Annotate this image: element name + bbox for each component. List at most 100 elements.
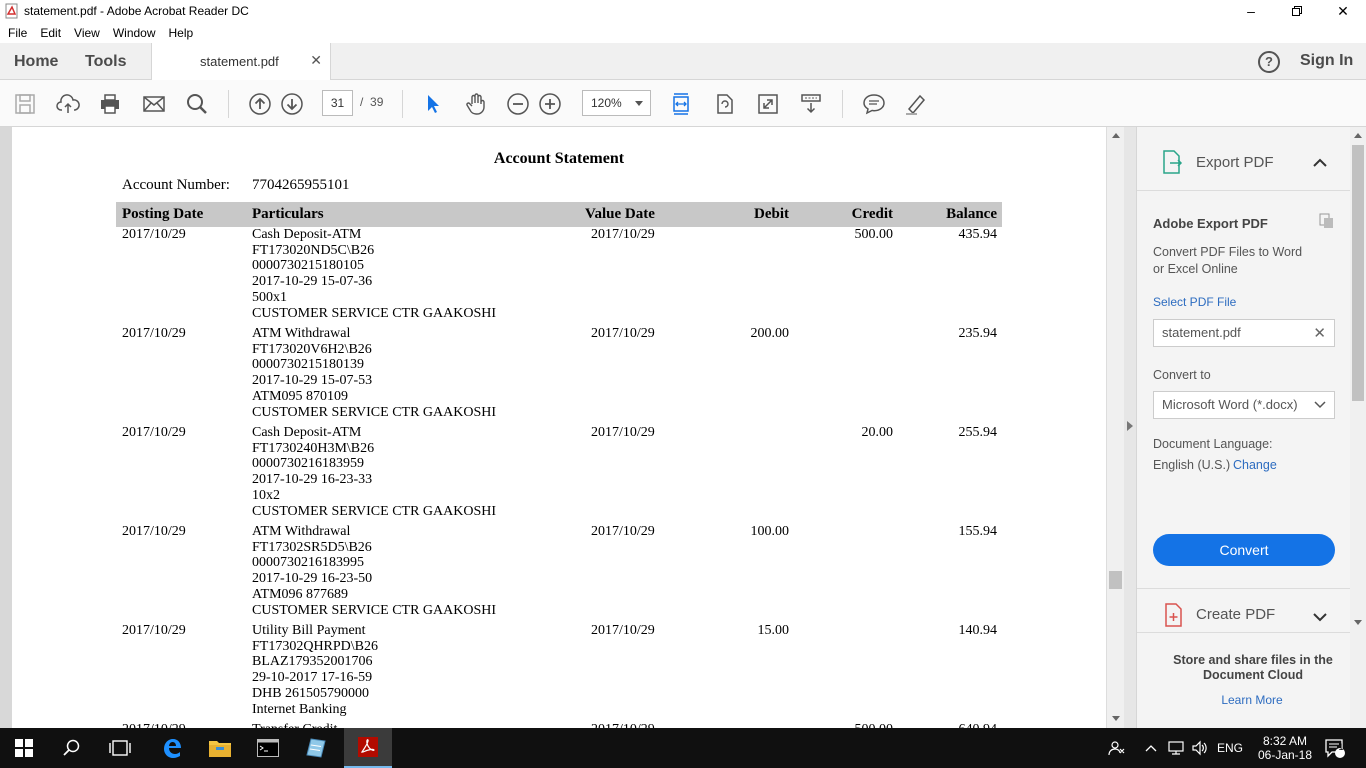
task-view-icon[interactable]	[96, 728, 144, 768]
scrollbar-thumb[interactable]	[1352, 145, 1364, 401]
balance-amount: 435.94	[958, 227, 998, 242]
export-pdf-panel: Export PDF Adobe Export PDF Convert PDF …	[1136, 127, 1351, 728]
table-header: Posting Date Particulars Value Date Debi…	[116, 202, 1002, 227]
particulars-line: 2017-10-29 16-23-33	[252, 472, 373, 488]
previous-page-icon[interactable]	[248, 92, 272, 116]
zoom-dropdown[interactable]: 120%	[582, 90, 651, 116]
page-number-input[interactable]: 31	[322, 90, 353, 116]
scroll-up-icon[interactable]	[1354, 133, 1362, 138]
particulars-line: BLAZ179352001706	[252, 654, 373, 670]
sign-in-button[interactable]: Sign In	[1300, 52, 1353, 70]
toolbar-divider	[842, 90, 843, 118]
export-pdf-header[interactable]: Export PDF	[1137, 127, 1351, 191]
tab-document[interactable]: statement.pdf ✕	[151, 43, 331, 81]
window-title: statement.pdf - Adobe Acrobat Reader DC	[24, 4, 249, 18]
taskbar: ENG 8:32 AM 06-Jan-18 1	[0, 728, 1366, 768]
zoom-out-icon[interactable]	[506, 92, 530, 116]
balance-amount: 155.94	[958, 524, 998, 539]
selected-file-field[interactable]: statement.pdf ✕	[1153, 319, 1335, 347]
document-scrollbar[interactable]	[1106, 127, 1124, 728]
scroll-down-icon[interactable]	[1112, 716, 1120, 721]
fit-page-icon[interactable]	[669, 92, 693, 116]
select-pdf-file-link[interactable]: Select PDF File	[1153, 295, 1236, 309]
right-panel-toggle[interactable]	[1124, 127, 1136, 728]
chevron-up-icon[interactable]	[1313, 155, 1327, 173]
restore-button[interactable]	[1274, 0, 1320, 22]
total-pages: 39	[370, 95, 384, 109]
particulars-line: ATM Withdrawal	[252, 326, 351, 341]
convert-button[interactable]: Convert	[1153, 534, 1335, 566]
chevron-down-icon[interactable]	[1313, 609, 1327, 627]
menu-view[interactable]: View	[66, 26, 105, 40]
balance-amount: 235.94	[958, 326, 998, 341]
panel-divider	[1137, 588, 1351, 589]
chevron-down-icon	[635, 101, 643, 106]
change-language-link[interactable]: Change	[1233, 458, 1277, 472]
export-pdf-icon	[1161, 149, 1183, 180]
file-explorer-icon[interactable]	[196, 728, 244, 768]
edge-browser-icon[interactable]	[148, 728, 196, 768]
select-cursor-icon[interactable]	[421, 92, 445, 116]
toolbar-divider	[402, 90, 403, 118]
people-icon[interactable]	[1108, 728, 1126, 768]
rotate-view-icon[interactable]	[713, 92, 737, 116]
clock[interactable]: 8:32 AM 06-Jan-18	[1256, 728, 1314, 768]
document-viewer[interactable]: Account Statement Account Number: 770426…	[0, 127, 1106, 728]
search-icon[interactable]	[48, 728, 96, 768]
notepad-icon[interactable]	[292, 728, 340, 768]
volume-icon[interactable]	[1191, 728, 1209, 768]
menu-help[interactable]: Help	[161, 26, 199, 40]
scroll-mode-icon[interactable]	[799, 92, 823, 116]
start-windows-icon[interactable]	[0, 728, 48, 768]
save-icon[interactable]	[13, 92, 37, 116]
print-icon[interactable]	[98, 92, 122, 116]
cloud-text-line-2: Document Cloud	[1203, 668, 1303, 682]
format-dropdown[interactable]: Microsoft Word (*.docx)	[1153, 391, 1335, 419]
full-screen-icon[interactable]	[756, 92, 780, 116]
email-icon[interactable]	[142, 92, 166, 116]
minimize-button[interactable]: –	[1228, 0, 1274, 22]
particulars-line: Utility Bill Payment	[252, 623, 366, 638]
value-date: 2017/10/29	[591, 326, 655, 341]
create-pdf-title[interactable]: Create PDF	[1196, 606, 1275, 623]
upload-cloud-icon[interactable]	[56, 92, 80, 116]
network-icon[interactable]	[1167, 728, 1185, 768]
menu-window[interactable]: Window	[105, 26, 161, 40]
menu-file[interactable]: File	[0, 26, 32, 40]
highlight-pen-icon[interactable]	[904, 92, 928, 116]
action-center-icon[interactable]: 1	[1324, 728, 1346, 768]
command-prompt-icon[interactable]	[244, 728, 292, 768]
export-info-icon	[1318, 213, 1334, 234]
tab-tools[interactable]: Tools	[85, 53, 126, 71]
export-pdf-title: Export PDF	[1196, 154, 1274, 171]
input-language[interactable]: ENG	[1217, 728, 1243, 768]
show-hidden-icons-icon[interactable]	[1145, 728, 1157, 768]
search-icon[interactable]	[185, 92, 209, 116]
close-button[interactable]: ✕	[1320, 0, 1366, 22]
value-date: 2017/10/29	[591, 623, 655, 638]
zoom-in-icon[interactable]	[538, 92, 562, 116]
help-icon[interactable]: ?	[1258, 51, 1280, 73]
particulars-line: DHB 261505790000	[252, 685, 370, 701]
clear-file-icon[interactable]: ✕	[1313, 321, 1326, 347]
tab-home[interactable]: Home	[14, 53, 58, 71]
menu-edit[interactable]: Edit	[32, 26, 66, 40]
close-tab-icon[interactable]: ✕	[310, 52, 322, 69]
particulars-line: CUSTOMER SERVICE CTR GAAKOSHI	[252, 602, 497, 618]
comment-icon[interactable]	[862, 92, 886, 116]
clock-time: 8:32 AM	[1262, 734, 1308, 748]
menu-bar: File Edit View Window Help	[0, 22, 1366, 43]
title-bar: statement.pdf - Adobe Acrobat Reader DC …	[0, 0, 1366, 22]
learn-more-link[interactable]: Learn More	[1137, 693, 1366, 707]
panel-scrollbar[interactable]	[1350, 127, 1366, 728]
scroll-up-icon[interactable]	[1112, 133, 1120, 138]
next-page-icon[interactable]	[280, 92, 304, 116]
particulars-line: Internet Banking	[252, 701, 347, 717]
acrobat-taskbar-icon[interactable]	[344, 728, 392, 768]
particulars-line: 29-10-2017 17-16-59	[252, 670, 373, 686]
scrollbar-thumb[interactable]	[1109, 571, 1122, 589]
scroll-down-icon[interactable]	[1354, 620, 1362, 625]
debit-amount: 100.00	[750, 524, 790, 539]
hand-tool-icon[interactable]	[464, 92, 488, 116]
account-number-value: 7704265955101	[252, 177, 350, 193]
